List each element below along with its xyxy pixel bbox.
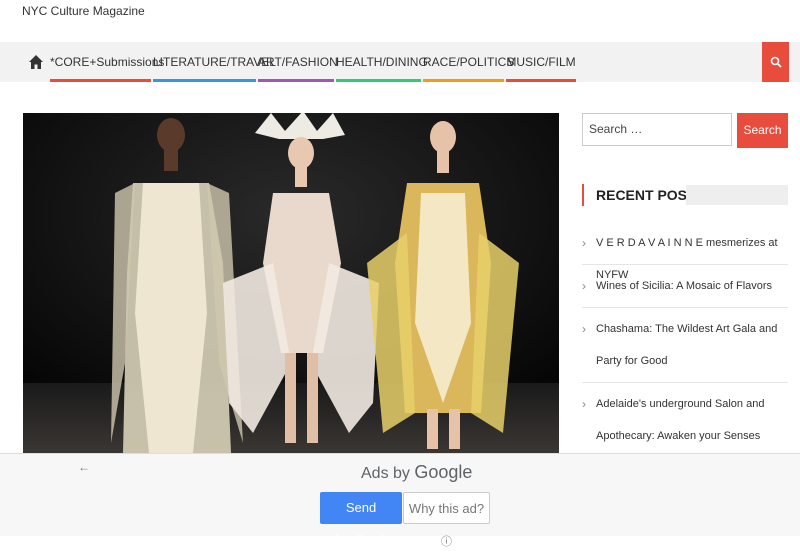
nav-item-literature-travel[interactable]: LITERATURE/TRAVEL [153,42,276,82]
nav-item-health-dining[interactable]: HEALTH/DINING [336,42,428,82]
nav-item-music-film[interactable]: MUSIC/FILM [506,42,576,82]
recent-post-item[interactable]: › Wines of Sicilia: A Mosaic of Flavors [582,270,788,302]
heading-accent-bar [582,184,584,206]
nav-item-core-submissions[interactable]: *CORE+Submissions [50,42,164,82]
fashion-runway-image [23,113,559,453]
ads-by-google: Ads by Google [361,462,472,483]
home-icon [29,55,43,69]
post-divider [582,382,788,383]
chevron-right-icon: › [582,322,586,336]
google-logo: Google [414,462,473,482]
why-this-ad-button[interactable]: Why this ad? ⓘ [403,492,490,548]
nav-item-underline [153,79,256,82]
home-link[interactable] [22,42,50,82]
recent-post-title[interactable]: Adelaide's underground Salon and Apothec… [582,388,788,452]
nav-item-underline [423,79,504,82]
nav-item-label: HEALTH/DINING [336,55,428,69]
search-icon [770,56,782,68]
why-this-ad-label: Why this ad? [408,501,485,516]
arrow-left-icon[interactable]: ← [78,460,90,474]
nav-item-underline [50,79,151,82]
recent-post-item[interactable]: › Chashama: The Wildest Art Gala and Par… [582,313,788,377]
nav-item-underline [506,79,576,82]
recent-post-item[interactable]: › Adelaide's underground Salon and Apoth… [582,388,788,452]
nav-item-underline [258,79,334,82]
chevron-right-icon: › [582,397,586,411]
site-tagline[interactable]: NYC Culture Magazine [22,4,145,18]
chevron-right-icon: › [582,236,586,250]
post-divider [582,307,788,308]
nav-item-label: ART/FASHION [258,55,338,69]
recent-posts-heading: RECENT POSTS [582,184,788,206]
main-navigation: *CORE+Submissions LITERATURE/TRAVEL ART/… [0,42,800,82]
chevron-right-icon: › [582,279,586,293]
post-divider [582,264,788,265]
featured-image[interactable] [23,113,559,453]
nav-item-race-politics[interactable]: RACE/POLITICS [423,42,514,82]
nav-item-label: MUSIC/FILM [506,55,576,69]
nav-item-underline [336,79,421,82]
nav-item-label: *CORE+Submissions [50,55,165,69]
ads-panel: ← Ads by Google Send feedback Why this a… [0,453,800,548]
info-icon: ⓘ [441,536,452,548]
nav-item-label: RACE/POLITICS [423,55,515,69]
ads-title-prefix: Ads by [361,465,410,482]
search-button[interactable]: Search [737,113,788,148]
recent-post-title[interactable]: Wines of Sicilia: A Mosaic of Flavors [582,270,788,302]
recent-post-title[interactable]: Chashama: The Wildest Art Gala and Party… [582,313,788,377]
heading-fill [686,185,788,205]
nav-item-art-fashion[interactable]: ART/FASHION [258,42,338,82]
nav-search-button[interactable] [762,42,789,82]
send-feedback-button[interactable]: Send feedback [320,492,402,547]
search-input[interactable]: Search … [582,113,732,146]
